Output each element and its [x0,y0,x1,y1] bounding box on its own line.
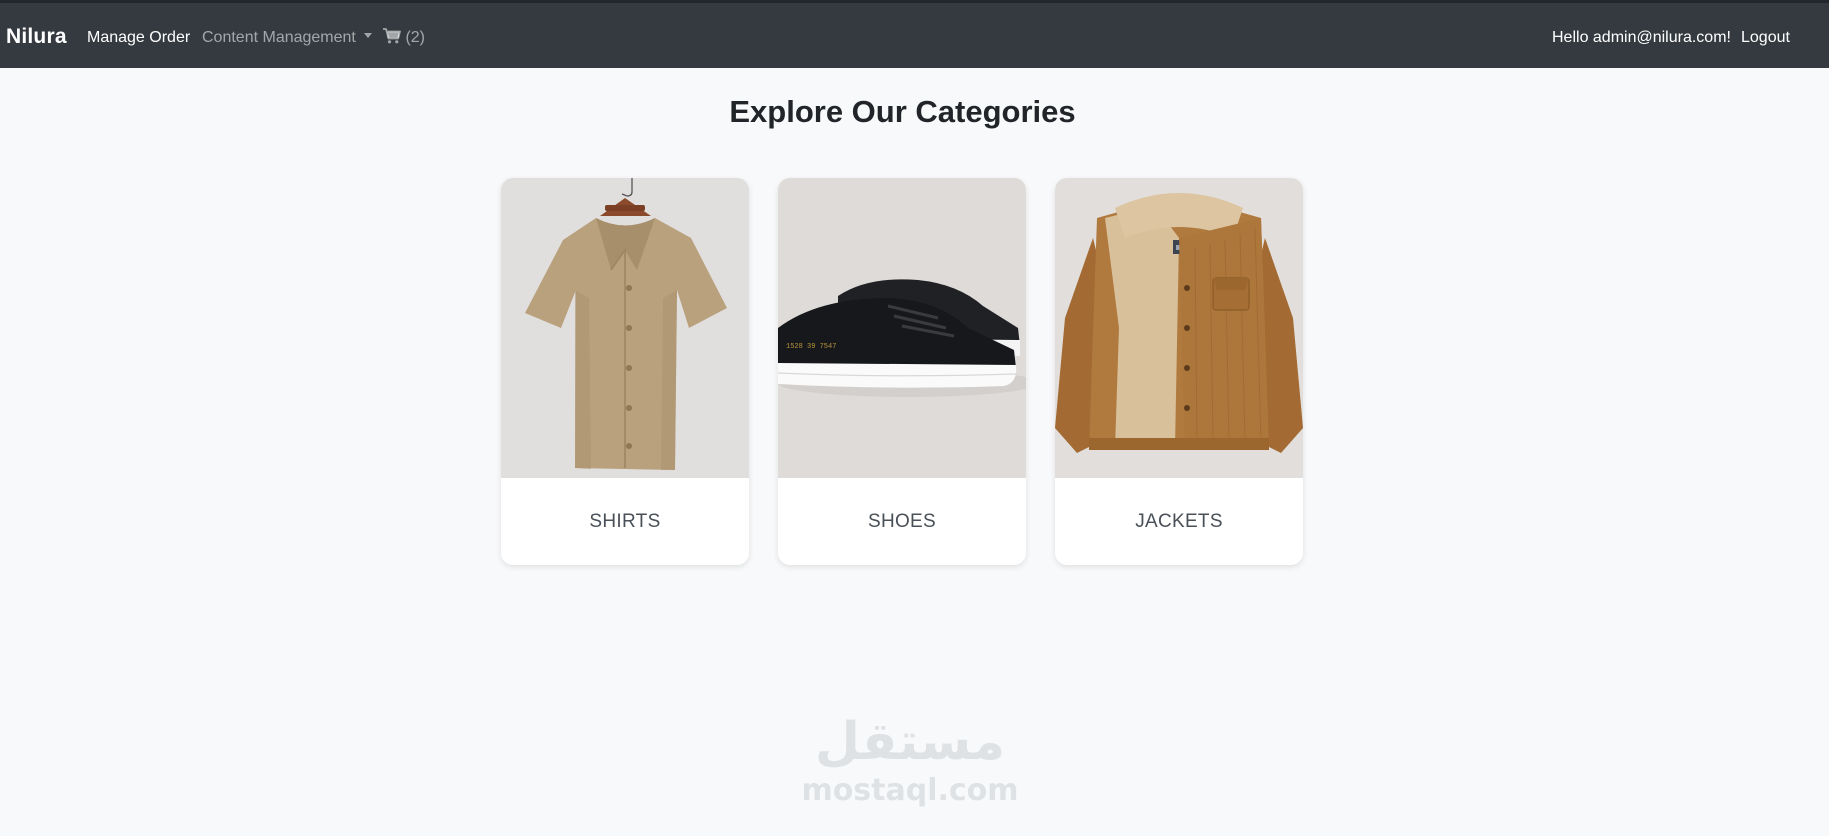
user-greeting: Hello admin@nilura.com! [1552,29,1731,46]
category-label-shoes: SHOES [867,511,937,532]
watermark-latin: mostaql.com [801,773,1019,808]
top-navbar: Nilura Manage Order Content Management (… [0,0,1829,68]
cart-link[interactable]: (2) [383,27,426,47]
manage-order-link[interactable]: Manage Order [87,29,190,47]
category-label-jackets: JACKETS [1135,511,1223,532]
cart-count: (2) [405,29,426,46]
jacket-image [1055,178,1303,478]
logout-link[interactable]: Logout [1741,29,1790,47]
svg-text:1528 39 7547: 1528 39 7547 [786,343,836,351]
shopping-cart-icon [383,27,401,44]
sneaker-image: 1528 39 7547 [778,178,1026,478]
watermark-arabic: مستقل [814,712,1006,772]
brand-logo[interactable]: Nilura [6,25,67,49]
page-title: Explore Our Categories [729,94,1076,129]
shirt-image [501,178,749,478]
category-card-shirts[interactable]: SHIRTS [501,178,749,565]
chevron-down-icon [363,33,372,39]
mostaql-watermark: مستقل mostaql.com [790,710,1030,830]
category-label-shirts: SHIRTS [589,511,661,532]
category-card-jackets[interactable]: JACKETS [1055,178,1303,565]
content-management-dropdown[interactable]: Content Management [202,29,372,47]
content-management-label: Content Management [202,29,356,46]
category-card-shoes[interactable]: 1528 39 7547 SHOES [778,178,1026,565]
